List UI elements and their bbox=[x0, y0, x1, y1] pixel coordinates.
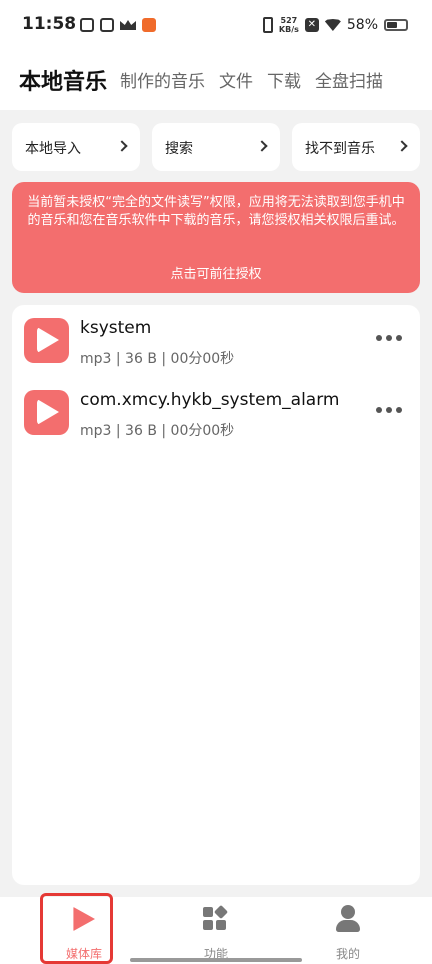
tab-files[interactable]: 文件 bbox=[219, 67, 253, 92]
cant-find-music-label: 找不到音乐 bbox=[305, 141, 375, 157]
play-icon[interactable] bbox=[24, 318, 69, 363]
tab-local-music[interactable]: 本地音乐 bbox=[19, 64, 107, 96]
battery-percent: 58% bbox=[346, 17, 378, 33]
highlight-box bbox=[40, 893, 113, 964]
status-system-icons: 527 KB/s ✕ 58% bbox=[262, 16, 408, 34]
app-notification-icon bbox=[80, 18, 94, 32]
crown-icon bbox=[120, 18, 136, 32]
play-icon[interactable] bbox=[24, 390, 69, 435]
tab-full-scan[interactable]: 全盘扫描 bbox=[315, 67, 383, 92]
grid-icon bbox=[203, 904, 229, 933]
status-bar: 11:58 527 KB/s ✕ 58% bbox=[0, 0, 432, 50]
network-speed-unit: KB/s bbox=[278, 25, 299, 34]
local-import-button[interactable]: 本地导入 bbox=[12, 123, 140, 171]
song-list: ksystem mp3 | 36 B | 00分00秒 com.xmcy.hyk… bbox=[12, 305, 420, 885]
network-speed-value: 527 bbox=[280, 16, 298, 25]
list-item[interactable]: ksystem mp3 | 36 B | 00分00秒 bbox=[12, 305, 420, 377]
status-notification-icons bbox=[80, 18, 156, 32]
more-options-icon[interactable] bbox=[376, 407, 402, 415]
top-tabs: 本地音乐 制作的音乐 文件 下载 全盘扫描 bbox=[0, 50, 432, 110]
list-item[interactable]: com.xmcy.hykb_system_alarm mp3 | 36 B | … bbox=[12, 377, 420, 449]
permission-warning-banner[interactable]: 当前暂未授权“完全的文件读写”权限，应用将无法读取到您手机中的音乐和您在音乐软件… bbox=[12, 182, 420, 293]
battery-icon bbox=[384, 19, 408, 31]
song-title: ksystem bbox=[80, 318, 152, 338]
wifi-icon bbox=[324, 19, 341, 31]
home-indicator bbox=[130, 958, 302, 962]
search-button[interactable]: 搜索 bbox=[152, 123, 280, 171]
user-icon bbox=[336, 905, 360, 933]
nav-functions[interactable]: 功能 bbox=[144, 897, 288, 964]
more-options-icon[interactable] bbox=[376, 335, 402, 343]
song-meta: mp3 | 36 B | 00分00秒 bbox=[80, 423, 235, 439]
app-badge-icon bbox=[142, 18, 156, 32]
nav-mine[interactable]: 我的 bbox=[276, 897, 420, 964]
vibrate-icon bbox=[262, 17, 273, 33]
status-time: 11:58 bbox=[22, 14, 77, 34]
no-sim-icon: ✕ bbox=[304, 18, 319, 32]
grant-permission-link[interactable]: 点击可前往授权 bbox=[12, 263, 420, 282]
mail-notification-icon bbox=[100, 18, 114, 32]
network-speed: 527 KB/s bbox=[279, 16, 299, 34]
search-label: 搜索 bbox=[165, 141, 193, 157]
chevron-right-icon bbox=[256, 140, 268, 152]
song-meta: mp3 | 36 B | 00分00秒 bbox=[80, 351, 235, 367]
chevron-right-icon bbox=[396, 140, 408, 152]
cant-find-music-button[interactable]: 找不到音乐 bbox=[292, 123, 420, 171]
chevron-right-icon bbox=[116, 140, 128, 152]
local-import-label: 本地导入 bbox=[25, 141, 81, 157]
tab-downloads[interactable]: 下载 bbox=[267, 67, 301, 92]
tab-made-music[interactable]: 制作的音乐 bbox=[120, 67, 205, 92]
song-title: com.xmcy.hykb_system_alarm bbox=[80, 390, 340, 410]
permission-warning-text: 当前暂未授权“完全的文件读写”权限，应用将无法读取到您手机中的音乐和您在音乐软件… bbox=[27, 195, 405, 228]
